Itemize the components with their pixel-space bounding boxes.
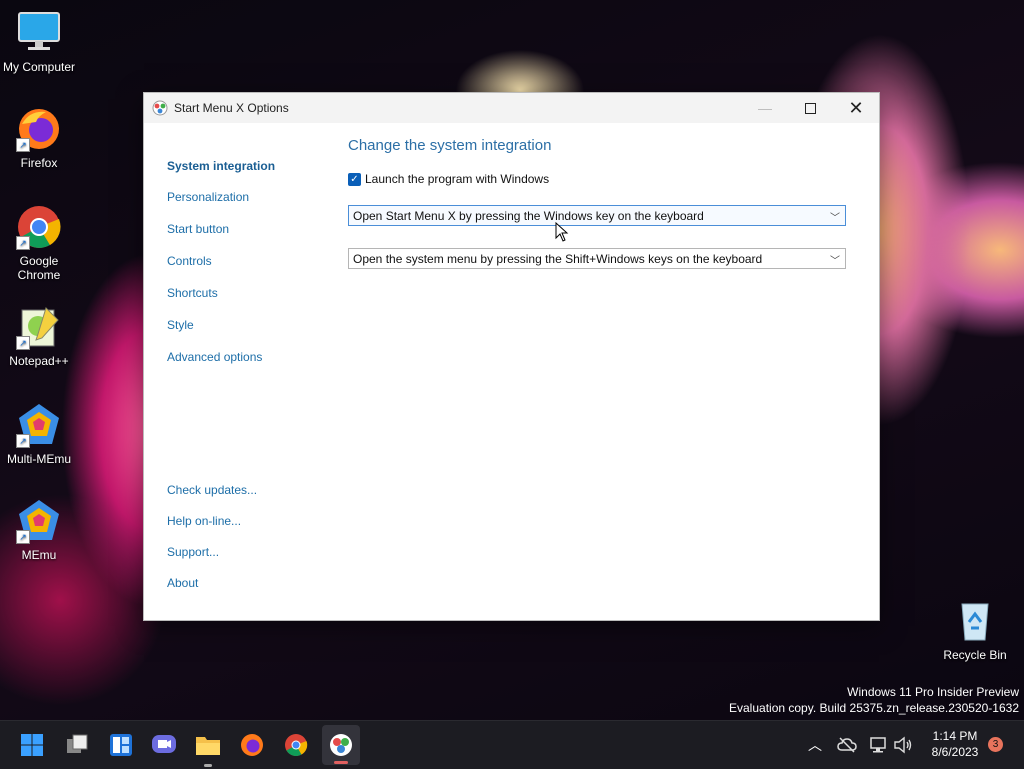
shortcut-arrow-icon: ↗ — [16, 138, 30, 152]
chrome-taskbar-button[interactable] — [280, 729, 312, 761]
chevron-down-icon: ﹀ — [830, 213, 840, 224]
chrome-icon — [285, 734, 308, 756]
task-view-button[interactable] — [61, 729, 93, 761]
notification-badge[interactable]: 3 — [988, 737, 1003, 752]
maximize-icon — [804, 102, 816, 114]
start-menu-x-icon — [330, 734, 352, 756]
desktop-icon-my-computer[interactable]: My Computer — [0, 10, 78, 74]
windows-watermark-line2: Evaluation copy. Build 25375.zn_release.… — [729, 701, 1019, 715]
window-titlebar[interactable]: Start Menu X Options — ✕ — [144, 93, 879, 123]
nav-item-start-button[interactable]: Start button — [167, 222, 229, 236]
shortcut-arrow-icon: ↗ — [16, 336, 30, 350]
running-indicator — [204, 764, 212, 767]
check-updates-link[interactable]: Check updates... — [167, 483, 257, 497]
speaker-icon — [894, 736, 912, 754]
network-icon — [870, 737, 886, 753]
page-title: Change the system integration — [348, 137, 552, 154]
notification-count: 3 — [992, 739, 999, 750]
launch-with-windows-row[interactable]: ✓ Launch the program with Windows — [348, 172, 549, 186]
close-button[interactable]: ✕ — [833, 93, 879, 123]
desktop-icon-firefox[interactable]: ↗ Firefox — [0, 106, 78, 170]
start-button[interactable] — [16, 729, 48, 761]
chat-icon — [152, 735, 176, 753]
shortcut-arrow-icon: ↗ — [16, 434, 30, 448]
shift-windows-select-value: Open the system menu by pressing the Shi… — [353, 251, 763, 266]
launch-with-windows-checkbox[interactable]: ✓ — [348, 172, 361, 186]
desktop-icon-memu[interactable]: ↗ MEmu — [0, 498, 78, 562]
desktop-icon-label: MEmu — [21, 548, 57, 562]
nav-item-advanced-options[interactable]: Advanced options — [167, 350, 262, 364]
shortcut-arrow-icon: ↗ — [16, 530, 30, 544]
clock-date: 8/6/2023 — [931, 745, 979, 759]
maximize-button[interactable] — [787, 93, 833, 123]
desktop-icon-label: Notepad++ — [9, 354, 69, 368]
chat-button[interactable] — [148, 729, 180, 761]
nav-item-personalization[interactable]: Personalization — [167, 190, 249, 204]
about-link[interactable]: About — [167, 576, 198, 590]
windows-logo-icon — [21, 734, 43, 756]
shortcut-arrow-icon: ↗ — [16, 236, 30, 250]
clock-time: 1:14 PM — [932, 729, 978, 743]
window-title: Start Menu X Options — [174, 101, 289, 115]
help-online-link[interactable]: Help on-line... — [167, 514, 241, 528]
minimize-icon: — — [758, 100, 772, 116]
clock[interactable]: 1:14 PM 8/6/2023 — [920, 729, 990, 759]
desktop-icon-multi-memu[interactable]: ↗ Multi-MEmu — [0, 402, 78, 466]
firefox-icon: ↗ — [16, 106, 62, 152]
start-menu-x-taskbar-button[interactable] — [322, 725, 360, 765]
windows-watermark-line1: Windows 11 Pro Insider Preview — [847, 685, 1019, 699]
firefox-taskbar-button[interactable] — [236, 729, 268, 761]
checkmark-icon: ✓ — [350, 173, 359, 185]
desktop-icon-label: Firefox — [20, 156, 58, 170]
active-indicator — [334, 761, 348, 764]
chrome-icon: ↗ — [16, 204, 62, 250]
windows-key-select[interactable]: Open Start Menu X by pressing the Window… — [348, 205, 846, 226]
options-window: Start Menu X Options — ✕ System integrat… — [144, 93, 879, 620]
folder-icon — [196, 737, 220, 755]
show-hidden-icons-button[interactable]: ︿ — [800, 729, 830, 761]
recycle-bin-icon — [952, 598, 998, 644]
nav-item-system-integration[interactable]: System integration — [167, 159, 275, 173]
task-view-icon — [67, 734, 88, 753]
notepadpp-icon: ↗ — [16, 304, 62, 350]
desktop-icon-recycle-bin[interactable]: Recycle Bin — [936, 598, 1014, 662]
desktop-icon-label: Multi-MEmu — [6, 452, 71, 466]
multi-memu-icon: ↗ — [16, 402, 62, 448]
desktop-icon-label: Google Chrome — [17, 254, 61, 282]
chevron-down-icon: ﹀ — [830, 256, 840, 267]
support-link[interactable]: Support... — [167, 545, 219, 559]
shift-windows-select[interactable]: Open the system menu by pressing the Shi… — [348, 248, 846, 269]
desktop-icon-notepadpp[interactable]: ↗ Notepad++ — [0, 304, 78, 368]
firefox-icon — [241, 734, 263, 756]
desktop-icon-chrome[interactable]: ↗ Google Chrome — [0, 204, 78, 282]
file-explorer-button[interactable] — [192, 729, 224, 767]
nav-item-style[interactable]: Style — [167, 318, 194, 332]
nav-item-shortcuts[interactable]: Shortcuts — [167, 286, 218, 300]
volume-button[interactable] — [888, 729, 918, 761]
start-menu-x-icon — [152, 100, 168, 116]
onedrive-button[interactable] — [832, 729, 862, 761]
desktop-icon-label: My Computer — [2, 60, 76, 74]
cloud-offline-icon — [837, 737, 857, 753]
taskbar: ︿ 1:14 PM 8/6/2023 3 — [0, 720, 1024, 769]
widgets-button[interactable] — [105, 729, 137, 761]
mouse-cursor-icon — [555, 222, 569, 242]
memu-icon: ↗ — [16, 498, 62, 544]
minimize-button[interactable]: — — [742, 93, 788, 123]
nav-item-controls[interactable]: Controls — [167, 254, 212, 268]
chevron-up-icon: ︿ — [808, 737, 822, 753]
close-icon: ✕ — [848, 97, 864, 118]
launch-with-windows-label: Launch the program with Windows — [365, 172, 550, 186]
desktop-icon-label: Recycle Bin — [943, 648, 1007, 662]
windows-key-select-value: Open Start Menu X by pressing the Window… — [353, 208, 704, 223]
widgets-icon — [110, 734, 132, 756]
monitor-icon — [16, 10, 62, 56]
